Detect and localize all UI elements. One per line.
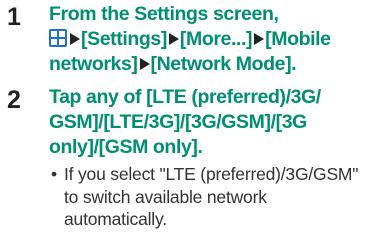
step-line: [Settings] [More...] [Mobile bbox=[49, 27, 381, 52]
step-line: From the Settings screen, bbox=[49, 3, 279, 25]
note-text: If you select "LTE (preferred)/3G/GSM" t… bbox=[64, 163, 379, 231]
note-line: If you select "LTE (preferred)/3G/GSM" bbox=[64, 164, 359, 184]
right-triangle-arrow-icon bbox=[254, 33, 265, 45]
step-number: 2 bbox=[7, 86, 21, 114]
right-triangle-arrow-icon bbox=[168, 33, 179, 45]
step-text: Tap any of [LTE (preferred)/3G/ GSM]/[LT… bbox=[49, 85, 381, 160]
step-line: Tap any of [LTE (preferred)/3G/ bbox=[49, 86, 321, 108]
step-line: networks] [Network Mode]. bbox=[49, 52, 381, 77]
right-triangle-arrow-icon bbox=[139, 58, 150, 70]
step-line: GSM]/[LTE/3G]/[3G/GSM]/[3G bbox=[49, 111, 307, 133]
menu-path-networks: networks] bbox=[49, 53, 138, 75]
note-line: to switch available network bbox=[64, 186, 267, 207]
right-triangle-arrow-icon bbox=[70, 33, 80, 45]
apps-grid-icon bbox=[49, 29, 67, 47]
menu-path-more: [More...] bbox=[179, 28, 253, 50]
menu-path-settings: [Settings] bbox=[81, 28, 167, 50]
note-bullet: • bbox=[51, 164, 57, 184]
menu-path-mobile: [Mobile bbox=[265, 28, 331, 50]
note-line: automatically. bbox=[64, 209, 167, 229]
menu-path-network-mode: [Network Mode]. bbox=[150, 53, 297, 75]
step-text: From the Settings screen, [Settings] [Mor… bbox=[49, 2, 381, 77]
step-line: only]/[GSM only]. bbox=[49, 136, 203, 158]
step-number: 1 bbox=[7, 3, 21, 31]
